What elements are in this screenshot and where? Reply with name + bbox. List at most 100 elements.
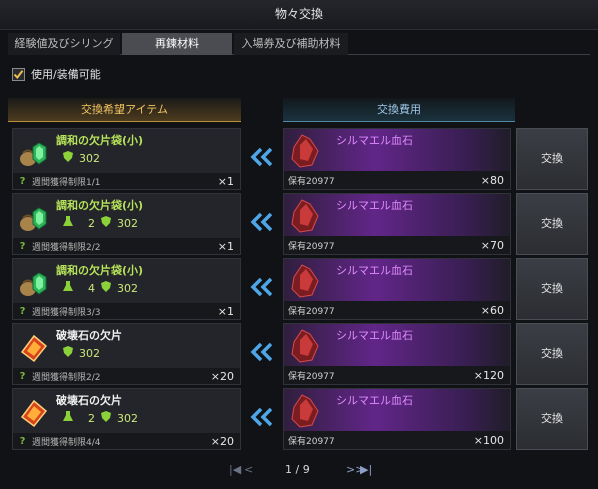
weekly-limit-text: 週間獲得制限2/2 <box>32 372 101 383</box>
shield-icon <box>63 346 73 360</box>
cost-item-name: シルマエル血石 <box>336 264 413 277</box>
owned-amount: 保有20977 <box>288 176 335 187</box>
pagination: |◀ < 1 / 9 >> ▶| <box>0 460 598 482</box>
wanted-item[interactable]: 調和の欠片袋(小) 302 ? 週間獲得制限1/1 ×1 <box>12 128 241 190</box>
cost-info: 保有20977 ×80 <box>284 171 510 189</box>
item-quantity: ×1 <box>217 174 234 188</box>
cost-item[interactable]: シルマエル血石 保有20977 ×100 <box>283 388 511 450</box>
cost-item[interactable]: シルマエル血石 保有20977 ×120 <box>283 323 511 385</box>
tab-refining-materials[interactable]: 再鍊材料 <box>122 33 232 55</box>
cost-info: 保有20977 ×100 <box>284 431 510 449</box>
wanted-item[interactable]: 調和の欠片袋(小) 2 302 ? 週間獲得制限2/2 ×1 <box>12 193 241 255</box>
exchange-row: 調和の欠片袋(小) 4 302 ? 週間獲得制限3/3 ×1 シルマエル血石 保… <box>0 258 598 320</box>
flask-icon <box>63 216 73 230</box>
cost-quantity: ×80 <box>480 173 504 187</box>
wanted-item[interactable]: 調和の欠片袋(小) 4 302 ? 週間獲得制限3/3 ×1 <box>12 258 241 320</box>
weekly-limit: ? 週間獲得制限3/3 ×1 <box>13 303 240 319</box>
cost-item[interactable]: シルマエル血石 保有20977 ×60 <box>283 258 511 320</box>
cost-info: 保有20977 ×120 <box>284 366 510 384</box>
item-stats: 2 302 <box>63 410 138 426</box>
item-name: 調和の欠片袋(小) <box>56 134 144 147</box>
weekly-limit: ? 週間獲得制限2/2 ×20 <box>13 368 240 384</box>
owned-amount: 保有20977 <box>288 436 335 447</box>
wanted-item[interactable]: 破壊石の欠片 2 302 ? 週間獲得制限4/4 ×20 <box>12 388 241 450</box>
window-title: 物々交換 <box>0 0 598 30</box>
destruction-stone-icon <box>18 397 50 429</box>
cost-quantity: ×60 <box>480 303 504 317</box>
cost-quantity: ×100 <box>473 433 504 447</box>
owned-amount: 保有20977 <box>288 306 335 317</box>
exchange-row: 破壊石の欠片 2 302 ? 週間獲得制限4/4 ×20 シルマエル血石 保有2… <box>0 388 598 450</box>
stat-value-2: 302 <box>79 151 100 165</box>
owned-amount: 保有20977 <box>288 371 335 382</box>
blood-stone-icon <box>288 131 324 169</box>
last-page-icon[interactable]: ▶| <box>360 463 372 479</box>
item-name: 破壊石の欠片 <box>56 394 122 407</box>
double-chevron-left-icon <box>250 211 274 233</box>
double-chevron-left-icon <box>250 406 274 428</box>
exchange-button[interactable]: 交換 <box>516 258 588 320</box>
exchange-row: 調和の欠片袋(小) 2 302 ? 週間獲得制限2/2 ×1 シルマエル血石 保… <box>0 193 598 255</box>
exchange-row: 破壊石の欠片 302 ? 週間獲得制限2/2 ×20 シルマエル血石 保有209… <box>0 323 598 385</box>
blood-stone-icon <box>288 326 324 364</box>
stat-value-1: 2 <box>88 216 95 230</box>
stat-value-2: 302 <box>117 411 138 425</box>
usable-filter[interactable]: 使用/装備可能 <box>12 66 101 82</box>
item-quantity: ×1 <box>217 304 234 318</box>
cost-item[interactable]: シルマエル血石 保有20977 ×80 <box>283 128 511 190</box>
item-quantity: ×20 <box>210 369 234 383</box>
stat-value-2: 302 <box>117 216 138 230</box>
shield-icon <box>101 216 111 230</box>
shield-icon <box>101 411 111 425</box>
blood-stone-icon <box>288 196 324 234</box>
blood-stone-icon <box>288 261 324 299</box>
weekly-limit-text: 週間獲得制限4/4 <box>32 437 101 448</box>
exchange-row: 調和の欠片袋(小) 302 ? 週間獲得制限1/1 ×1 シルマエル血石 保有2… <box>0 128 598 190</box>
item-stats: 2 302 <box>63 215 138 231</box>
checkmark-icon <box>13 69 24 79</box>
cost-item-name: シルマエル血石 <box>336 134 413 147</box>
stat-value-2: 302 <box>117 281 138 295</box>
wanted-items-header: 交換希望アイテム <box>8 98 241 122</box>
cost-item-name: シルマエル血石 <box>336 329 413 342</box>
first-page-icon[interactable]: |◀ <box>229 463 241 479</box>
weekly-limit-text: 週間獲得制限2/2 <box>32 242 101 253</box>
weekly-limit: ? 週間獲得制限1/1 ×1 <box>13 173 240 189</box>
item-stats: 302 <box>63 345 100 361</box>
flask-icon <box>63 281 73 295</box>
usable-filter-checkbox[interactable] <box>12 67 25 81</box>
item-stats: 4 302 <box>63 280 138 296</box>
weekly-limit: ? 週間獲得制限4/4 ×20 <box>13 433 240 449</box>
tab-tickets-materials[interactable]: 入場券及び補助材料 <box>234 33 348 55</box>
cost-info: 保有20977 ×70 <box>284 236 510 254</box>
exchange-button[interactable]: 交換 <box>516 388 588 450</box>
cost-item-name: シルマエル血石 <box>336 394 413 407</box>
double-chevron-left-icon <box>250 146 274 168</box>
item-name: 調和の欠片袋(小) <box>56 199 144 212</box>
help-icon[interactable]: ? <box>17 371 28 382</box>
owned-amount: 保有20977 <box>288 241 335 252</box>
flask-icon <box>63 411 73 425</box>
cost-quantity: ×120 <box>473 368 504 382</box>
help-icon[interactable]: ? <box>17 436 28 447</box>
tab-exp-silling[interactable]: 経験値及びシリング <box>8 33 120 55</box>
wanted-item[interactable]: 破壊石の欠片 302 ? 週間獲得制限2/2 ×20 <box>12 323 241 385</box>
stat-value-1: 2 <box>88 411 95 425</box>
item-name: 調和の欠片袋(小) <box>56 264 144 277</box>
help-icon[interactable]: ? <box>17 306 28 317</box>
shield-icon <box>101 281 111 295</box>
page-indicator: 1 / 9 <box>285 463 310 476</box>
cost-item-name: シルマエル血石 <box>336 199 413 212</box>
category-tabs: 経験値及びシリング 再鍊材料 入場券及び補助材料 <box>8 33 590 55</box>
cost-item[interactable]: シルマエル血石 保有20977 ×70 <box>283 193 511 255</box>
harmony-pouch-icon <box>18 267 50 299</box>
help-icon[interactable]: ? <box>17 176 28 187</box>
prev-page-icon[interactable]: < <box>244 463 253 479</box>
item-stats: 302 <box>63 150 100 166</box>
exchange-button[interactable]: 交換 <box>516 193 588 255</box>
exchange-button[interactable]: 交換 <box>516 323 588 385</box>
blood-stone-icon <box>288 391 324 429</box>
exchange-button[interactable]: 交換 <box>516 128 588 190</box>
stat-value-1: 4 <box>88 281 95 295</box>
help-icon[interactable]: ? <box>17 241 28 252</box>
